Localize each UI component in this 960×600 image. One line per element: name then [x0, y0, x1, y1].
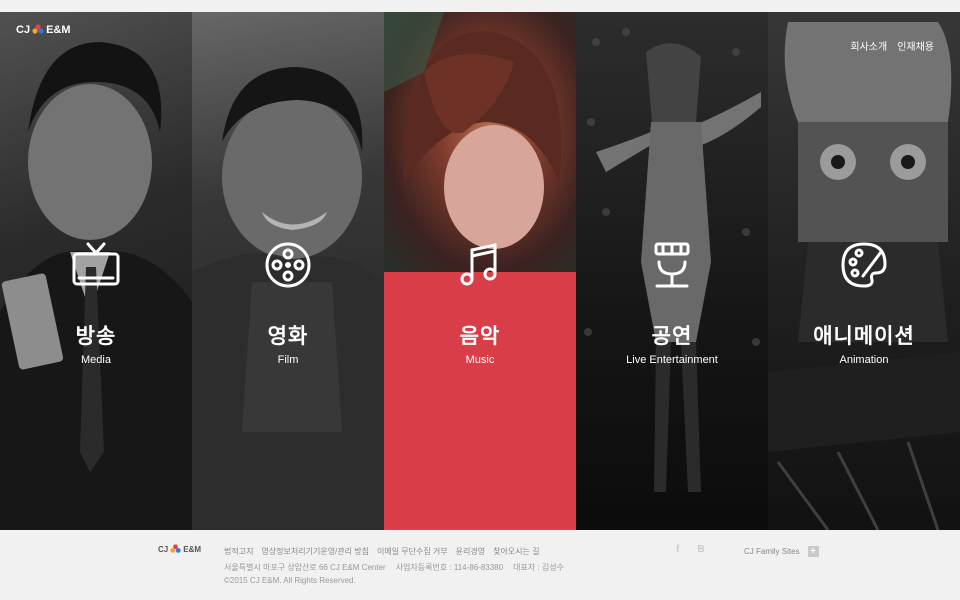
brand-logo[interactable]: CJ E&M — [16, 24, 71, 36]
footer-address-line: 서울특별시 마포구 상암산로 66 CJ E&M Center 사업자등록번호 … — [224, 562, 564, 573]
top-nav: 회사소개 인재채용 — [850, 38, 934, 53]
page: { "brand": { "logo_left": "CJ", "logo_ri… — [0, 0, 960, 600]
microphone-stand-icon — [647, 240, 697, 290]
panel-media[interactable]: 방송 Media — [0, 12, 192, 530]
footer-logo-text-em: E&M — [183, 545, 202, 554]
footer-social: f B — [676, 544, 705, 555]
film-reel-icon — [263, 240, 313, 290]
panel-title: 방송 — [75, 325, 117, 348]
footer-business-no: 사업자등록번호 : 114-86-83380 — [395, 563, 504, 572]
plus-icon[interactable]: + — [807, 546, 819, 557]
footer: CJ E&M 법적고지 영상정보처리기기운영/관리 방침 이메일 무단수집 거부… — [0, 530, 960, 600]
footer-copyright: ©2015 CJ E&M. All Rights Reserved. — [224, 576, 356, 585]
tv-icon — [71, 240, 121, 290]
logo-text-cj: CJ — [16, 24, 31, 36]
footer-link-legal[interactable]: 법적고지 — [224, 546, 253, 557]
footer-address: 서울특별시 마포구 상암산로 66 CJ E&M Center — [224, 563, 386, 572]
footer-links: 법적고지 영상정보처리기기운영/관리 방침 이메일 무단수집 거부 윤리경영 찾… — [224, 546, 539, 557]
music-note-icon — [455, 240, 505, 290]
facebook-icon[interactable]: f — [676, 544, 679, 555]
panel-subtitle: Live Entertainment — [626, 354, 718, 366]
panel-live-entertainment[interactable]: 공연 Live Entertainment — [576, 12, 768, 530]
footer-logo-text-cj: CJ — [158, 545, 169, 554]
blog-icon[interactable]: B — [697, 544, 704, 555]
panel-subtitle: Film — [277, 354, 299, 366]
palette-icon — [839, 240, 889, 290]
panel-title: 영화 — [267, 325, 309, 348]
footer-ceo: 대표자 : 김성수 — [513, 563, 564, 572]
nav-company-intro[interactable]: 회사소개 — [850, 38, 887, 53]
category-panels: 방송 Media 영화 Film 음악 Music 공연 Live Entert… — [0, 12, 960, 530]
panel-subtitle: Music — [465, 354, 495, 366]
footer-link-ethics[interactable]: 윤리경영 — [456, 546, 485, 557]
panel-subtitle: Animation — [839, 354, 889, 366]
footer-link-directions[interactable]: 찾아오시는 길 — [493, 546, 539, 557]
panel-film[interactable]: 영화 Film — [192, 12, 384, 530]
panel-title: 음악 — [459, 325, 501, 348]
panel-title: 애니메이션 — [813, 325, 915, 348]
panel-animation[interactable]: 애니메이션 Animation — [768, 12, 960, 530]
family-sites-label: CJ Family Sites — [744, 547, 800, 556]
footer-link-email-policy[interactable]: 이메일 무단수집 거부 — [377, 546, 448, 557]
music-accent-block — [384, 272, 576, 530]
footer-logo[interactable]: CJ E&M — [158, 544, 201, 555]
cj-flower-icon — [32, 24, 44, 34]
family-sites[interactable]: CJ Family Sites + — [744, 546, 819, 557]
nav-careers[interactable]: 인재채용 — [897, 38, 934, 53]
logo-text-em: E&M — [46, 24, 71, 36]
cj-flower-icon — [170, 544, 181, 553]
music-photo — [384, 12, 576, 272]
panel-music[interactable]: 음악 Music — [384, 12, 576, 530]
panel-subtitle: Media — [81, 354, 111, 366]
panel-title: 공연 — [651, 325, 693, 348]
footer-link-cctv-policy[interactable]: 영상정보처리기기운영/관리 방침 — [261, 546, 368, 557]
